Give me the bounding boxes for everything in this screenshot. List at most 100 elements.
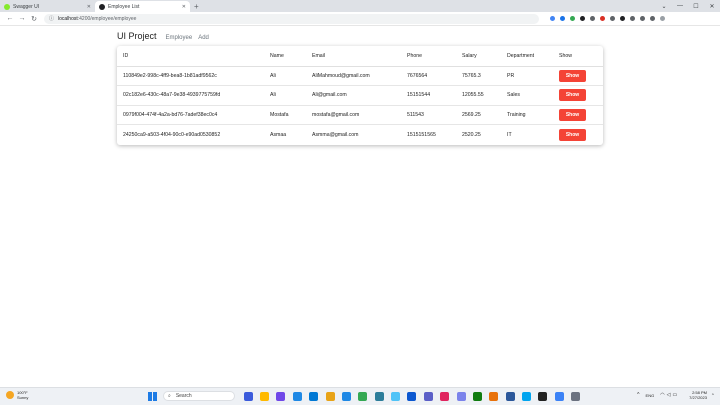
- column-header-name: Name: [264, 46, 306, 67]
- taskbar-app-icon[interactable]: [440, 391, 450, 401]
- cell-action: Show: [553, 105, 603, 125]
- weather-description: Sunny: [17, 395, 29, 400]
- extension-icon[interactable]: [659, 16, 665, 21]
- sun-icon: [6, 391, 14, 399]
- brand-title[interactable]: UI Project: [117, 31, 157, 41]
- taskbar-app-icon[interactable]: [243, 391, 253, 401]
- extension-icon[interactable]: [609, 16, 615, 21]
- extension-icon[interactable]: [639, 16, 645, 21]
- taskbar-app-icon[interactable]: [571, 391, 581, 401]
- cell-action: Show: [553, 66, 603, 86]
- angular-app-icon: [99, 3, 105, 10]
- system-tray: ^ ENG ◠ ◁ ▭ 2:58 PM 7/27/2023 ◔: [637, 390, 714, 400]
- url-host: localhost: [58, 15, 78, 22]
- column-header-id: ID: [117, 46, 264, 67]
- new-tab-icon[interactable]: +: [194, 1, 199, 12]
- back-icon[interactable]: ←: [4, 13, 16, 25]
- chevron-up-icon[interactable]: ^: [637, 392, 639, 398]
- extension-icon[interactable]: [629, 16, 635, 21]
- nav-add-link[interactable]: Add: [198, 35, 209, 41]
- table-row: 110849e2-998c-4ff9-bea8-1b81adf9562c Ali…: [117, 66, 603, 86]
- taskbar-app-icon[interactable]: [358, 391, 368, 401]
- extension-icon[interactable]: [549, 16, 555, 21]
- taskbar-app-icon[interactable]: [505, 391, 515, 401]
- show-button[interactable]: Show: [559, 128, 586, 141]
- chevron-down-icon[interactable]: ⌄: [656, 0, 672, 12]
- taskbar-app-icon[interactable]: [489, 391, 499, 401]
- taskbar-app-icon[interactable]: [522, 391, 532, 401]
- taskbar-app-icon[interactable]: [472, 391, 482, 401]
- cell-name: Mostafa: [264, 105, 306, 125]
- extension-icon[interactable]: [579, 16, 585, 21]
- cell-email: Asmma@gmail.com: [312, 131, 359, 138]
- minimize-icon[interactable]: —: [672, 0, 688, 12]
- taskbar-app-icon[interactable]: [325, 391, 335, 401]
- taskbar-app-icon[interactable]: [292, 391, 302, 401]
- cell-department: IT: [507, 131, 512, 138]
- cell-id: 24250ca9-a503-4f04-90c0-e90ad0530852: [123, 131, 221, 138]
- show-button[interactable]: Show: [559, 69, 586, 82]
- extension-icon[interactable]: [589, 16, 595, 21]
- extension-icon[interactable]: [649, 16, 655, 21]
- extension-icon[interactable]: [619, 16, 625, 21]
- taskbar-app-icon[interactable]: [341, 391, 351, 401]
- reload-icon[interactable]: ↻: [28, 13, 40, 25]
- weather-widget[interactable]: 100°F Sunny: [6, 390, 28, 400]
- pinned-apps: [240, 391, 584, 401]
- close-window-icon[interactable]: ✕: [704, 0, 720, 12]
- tab-swagger-ui[interactable]: Swagger UI ✕: [0, 1, 95, 12]
- maximize-icon[interactable]: ☐: [688, 0, 704, 12]
- taskbar-search[interactable]: ⌕ Search: [163, 391, 235, 401]
- taskbar-app-icon[interactable]: [407, 391, 417, 401]
- wifi-icon[interactable]: ◠: [660, 392, 664, 398]
- tab-title: Employee List: [108, 3, 140, 10]
- site-info-icon[interactable]: ⓘ: [49, 15, 54, 22]
- cell-phone: 1515151565: [407, 131, 436, 138]
- show-button[interactable]: Show: [559, 108, 586, 121]
- table-row: 02c182e6-430c-48a7-9e38-4939775759fd Ali…: [117, 85, 603, 106]
- extension-icon[interactable]: [559, 16, 565, 21]
- battery-icon[interactable]: ▭: [672, 392, 677, 398]
- clock-date: 7/27/2023: [689, 395, 707, 400]
- cell-action: Show: [553, 125, 603, 145]
- cell-email: mostafa@gmail.com: [306, 105, 401, 125]
- close-icon[interactable]: ✕: [87, 4, 91, 10]
- browser-window: Swagger UI ✕ Employee List ✕ + ⌄ — ☐ ✕ ←…: [0, 0, 720, 405]
- cell-action: Show: [553, 85, 603, 106]
- extension-icons: [547, 16, 667, 21]
- cell-name: Ali: [264, 85, 306, 106]
- language-indicator[interactable]: ENG: [646, 393, 655, 398]
- volume-icon[interactable]: ◁: [667, 392, 671, 398]
- extension-icon[interactable]: [599, 16, 605, 21]
- nav-employee-link[interactable]: Employee: [166, 35, 193, 41]
- forward-icon[interactable]: →: [16, 13, 28, 25]
- cell-phone: 15151544: [401, 85, 456, 106]
- taskbar-app-icon[interactable]: [309, 391, 319, 401]
- taskbar-app-icon[interactable]: [391, 391, 401, 401]
- windows-start-icon[interactable]: [148, 391, 157, 401]
- employee-table-card: ID Name Email Phone Salary Department Sh…: [117, 46, 603, 145]
- notification-icon[interactable]: ◔: [711, 392, 714, 398]
- column-header-show: Show: [553, 46, 603, 67]
- taskbar-app-icon[interactable]: [456, 391, 466, 401]
- taskbar-app-icon[interactable]: [374, 391, 384, 401]
- tab-employee-list[interactable]: Employee List ✕: [95, 1, 190, 12]
- cell-id: 110849e2-998c-4ff9-bea8-1b81adf9562c: [117, 66, 264, 86]
- extension-icon[interactable]: [569, 16, 575, 21]
- cell-salary: 2569.25: [456, 105, 501, 125]
- table-row: 24250ca9-a503-4f04-90c0-e90ad0530852 Asm…: [117, 125, 603, 145]
- close-icon[interactable]: ✕: [182, 4, 186, 10]
- show-button[interactable]: Show: [559, 89, 586, 102]
- cell-name: Asmaa: [270, 131, 287, 138]
- address-bar[interactable]: ⓘ localhost:4200/employee/employee: [44, 13, 539, 24]
- column-header-email: Email: [306, 46, 401, 67]
- taskbar-app-icon[interactable]: [276, 391, 286, 401]
- cell-department: PR: [501, 66, 553, 86]
- taskbar-app-icon[interactable]: [538, 391, 548, 401]
- taskbar-app-icon[interactable]: [423, 391, 433, 401]
- taskbar-app-icon[interactable]: [554, 391, 564, 401]
- cell-department: Sales: [501, 85, 553, 106]
- clock[interactable]: 2:58 PM 7/27/2023: [689, 390, 707, 400]
- taskbar-app-icon[interactable]: [260, 391, 270, 401]
- taskbar: 100°F Sunny ⌕ Search ^ ENG ◠ ◁ ▭ 2:58 PM…: [0, 387, 720, 405]
